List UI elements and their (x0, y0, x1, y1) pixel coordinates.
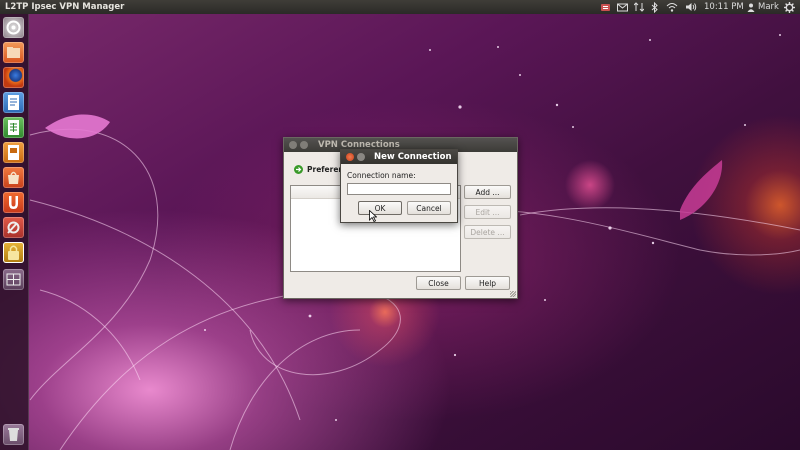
ubuntu-one-icon[interactable] (3, 192, 24, 213)
wifi-icon[interactable] (666, 0, 678, 14)
edit-button[interactable]: Edit ... (464, 205, 511, 219)
bluetooth-icon[interactable] (651, 0, 659, 14)
keyboard-indicator-icon[interactable] (600, 0, 611, 14)
new-connection-dialog: New Connection Connection name: OK Cance… (340, 149, 458, 223)
user-icon (747, 3, 755, 12)
resize-grip[interactable] (510, 291, 516, 297)
files-icon[interactable] (3, 42, 24, 63)
ok-button[interactable]: OK (358, 201, 402, 215)
clock[interactable]: 10:11 PM (704, 0, 744, 14)
preferences-icon (294, 165, 303, 174)
user-name: Mark (758, 2, 779, 12)
launcher (0, 14, 29, 450)
firefox-icon[interactable] (3, 67, 24, 88)
vpn-manager-icon[interactable] (3, 242, 24, 263)
delete-button[interactable]: Delete ... (464, 225, 511, 239)
close-button[interactable]: Close (416, 276, 461, 290)
transfer-icon[interactable] (634, 0, 644, 14)
dash-home-icon[interactable] (3, 17, 24, 38)
help-button[interactable]: Help (465, 276, 510, 290)
impress-icon[interactable] (3, 142, 24, 163)
volume-icon[interactable] (685, 0, 697, 14)
connection-name-label: Connection name: (347, 171, 416, 180)
connection-name-input[interactable] (347, 183, 451, 195)
calc-icon[interactable] (3, 117, 24, 138)
writer-icon[interactable] (3, 92, 24, 113)
gear-icon[interactable] (784, 0, 795, 14)
user-menu[interactable]: Mark (747, 0, 779, 14)
close-dialog-icon[interactable] (346, 153, 354, 161)
preferences-link[interactable]: Preferen (307, 165, 344, 174)
cancel-button[interactable]: Cancel (407, 201, 451, 215)
close-window-icon[interactable] (289, 141, 297, 149)
workspace-switcher-icon[interactable] (3, 269, 24, 290)
minimize-window-icon[interactable] (300, 141, 308, 149)
app-title: L2TP Ipsec VPN Manager (5, 2, 125, 12)
dialog-title: New Connection (374, 152, 452, 162)
mail-icon[interactable] (617, 0, 628, 14)
dialog-titlebar[interactable]: New Connection (341, 150, 457, 164)
mouse-pointer (369, 210, 377, 222)
add-button[interactable]: Add ... (464, 185, 511, 199)
trash-icon[interactable] (3, 424, 24, 445)
minimize-dialog-icon[interactable] (357, 153, 365, 161)
top-panel: L2TP Ipsec VPN Manager 10:11 PM Mark (0, 0, 800, 14)
software-center-icon[interactable] (3, 167, 24, 188)
system-settings-icon[interactable] (3, 217, 24, 238)
